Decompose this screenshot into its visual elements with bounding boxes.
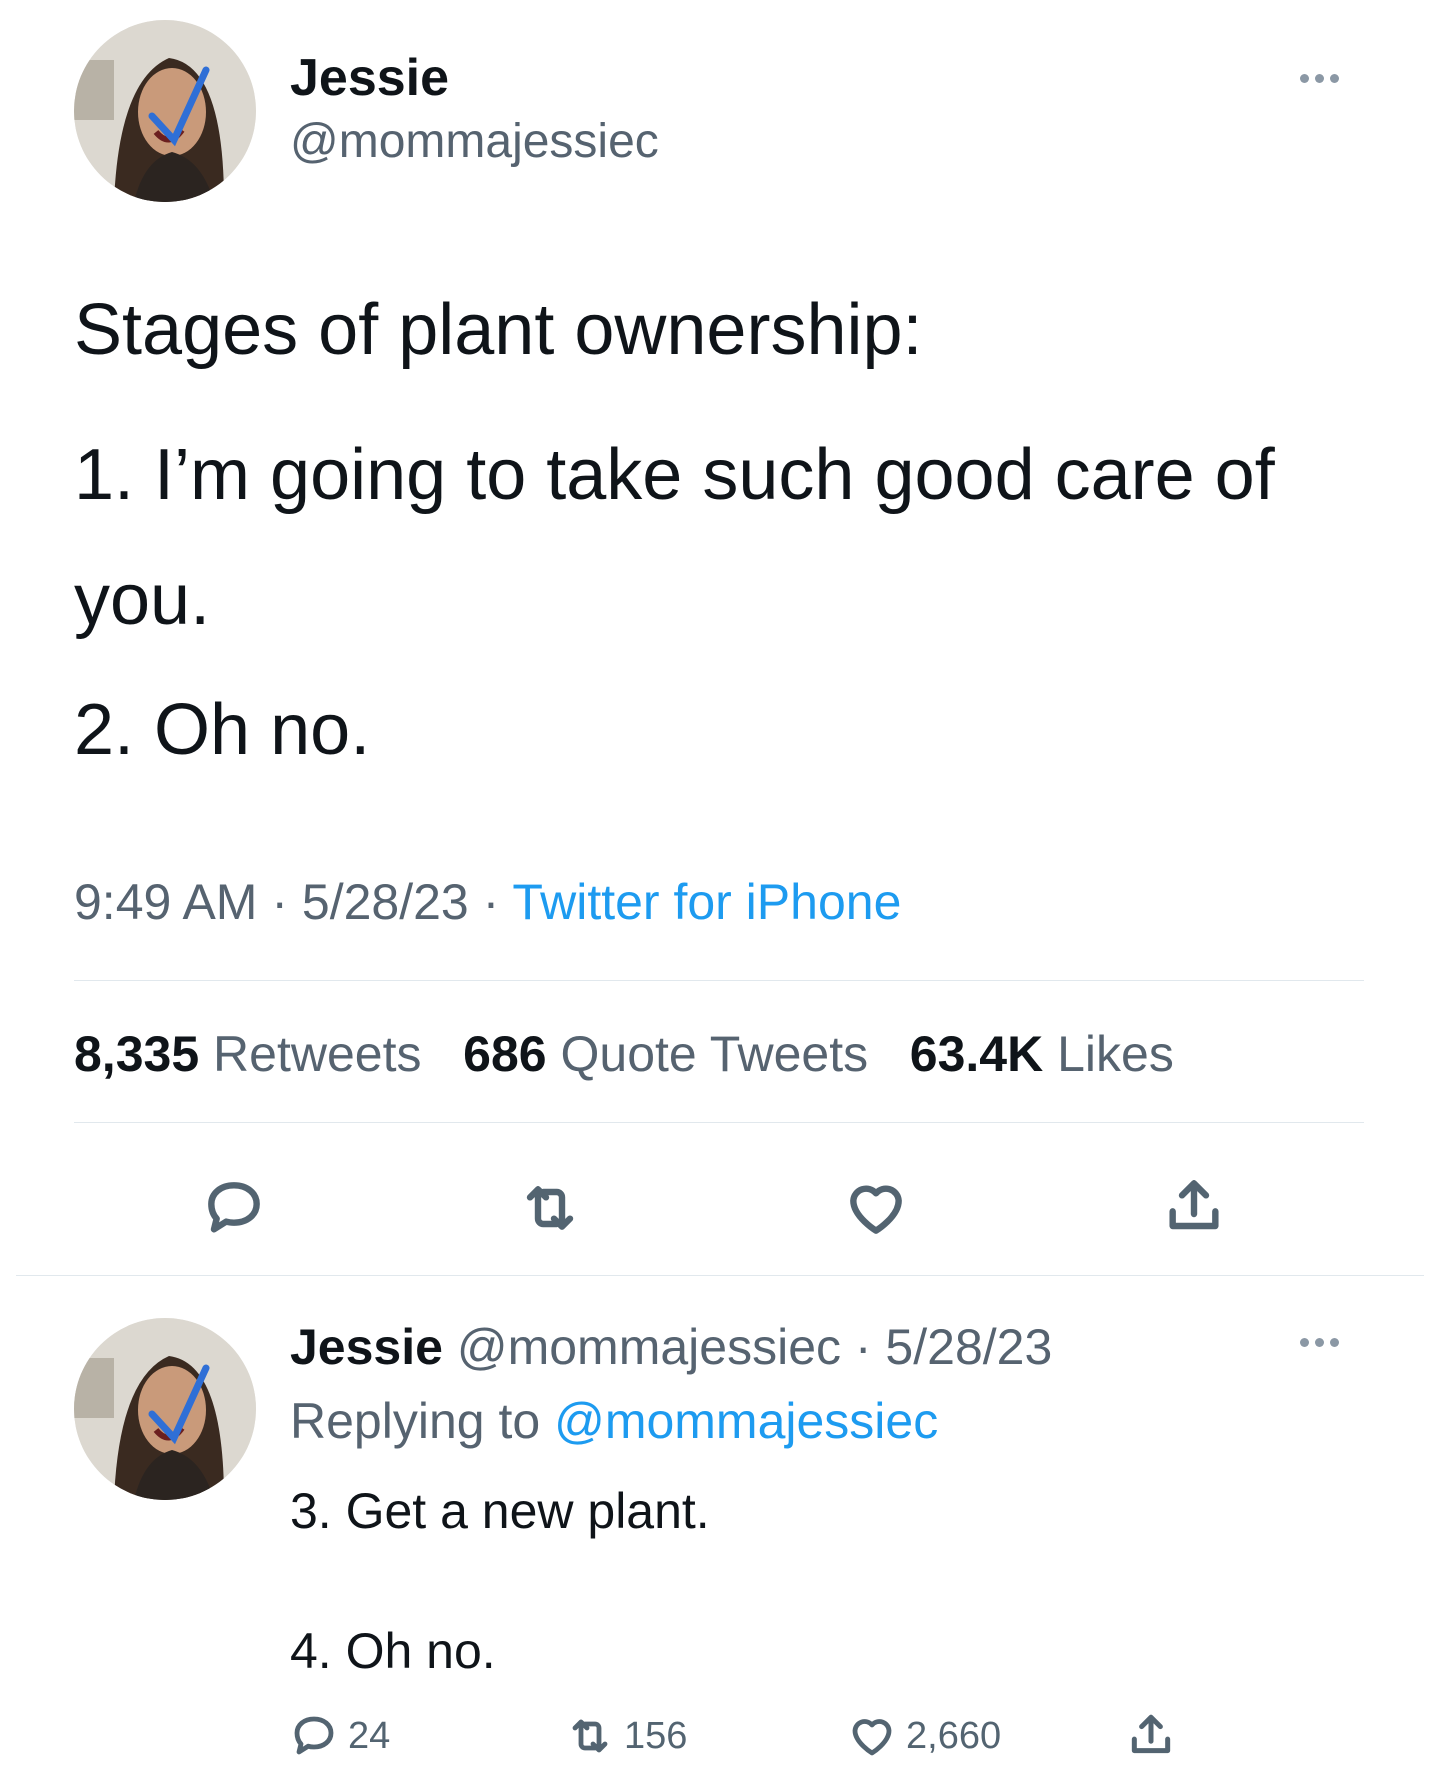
more-dots-icon[interactable] bbox=[1300, 1338, 1339, 1347]
share-upload-icon bbox=[1169, 1180, 1219, 1230]
reply-count: 24 bbox=[348, 1714, 391, 1757]
likes-label: Likes bbox=[1057, 1026, 1174, 1082]
reply-author-name[interactable]: Jessie bbox=[290, 1319, 443, 1375]
tweet-text-line-3: 2. Oh no. bbox=[74, 690, 371, 770]
author-handle[interactable]: @mommajessiec bbox=[290, 114, 659, 169]
tweet-text-line-2: 1. I’m going to take such good care of bbox=[74, 435, 1275, 515]
reply-bubble-icon bbox=[208, 1182, 260, 1233]
reply-author-avatar[interactable] bbox=[74, 1318, 256, 1500]
likes-stat[interactable]: 63.4K Likes bbox=[910, 1026, 1174, 1082]
retweets-count: 8,335 bbox=[74, 1026, 200, 1082]
reply-meta: @mommajessiec · 5/28/23 bbox=[456, 1319, 1053, 1375]
reply-retweet-button[interactable]: 156 bbox=[566, 1712, 687, 1760]
like-button[interactable] bbox=[838, 1170, 914, 1246]
heart-icon bbox=[850, 1185, 902, 1234]
reply-like-button[interactable]: 2,660 bbox=[848, 1712, 1001, 1760]
reply-reply-button[interactable]: 24 bbox=[290, 1712, 390, 1760]
retweet-count: 156 bbox=[624, 1714, 688, 1757]
retweet-button[interactable] bbox=[512, 1170, 588, 1246]
divider bbox=[16, 1275, 1424, 1276]
replying-handle-link[interactable]: @mommajessiec bbox=[554, 1393, 938, 1449]
heart-icon bbox=[852, 1719, 892, 1756]
retweets-label: Retweets bbox=[213, 1026, 422, 1082]
more-dots-icon[interactable] bbox=[1300, 74, 1339, 83]
author-avatar[interactable] bbox=[74, 20, 256, 202]
tweet-source-link[interactable]: Twitter for iPhone bbox=[512, 874, 901, 930]
engagement-stats: 8,335 Retweets 686 Quote Tweets 63.4K Li… bbox=[74, 1025, 1174, 1083]
retweets-stat[interactable]: 8,335 Retweets bbox=[74, 1026, 421, 1082]
replying-to: Replying to @mommajessiec bbox=[290, 1392, 938, 1450]
meta-separator: · bbox=[482, 874, 500, 930]
quotes-count: 686 bbox=[463, 1026, 547, 1082]
tweet-date[interactable]: 5/28/23 bbox=[302, 874, 469, 930]
quotes-label: Quote Tweets bbox=[560, 1026, 869, 1082]
retweet-arrows-icon bbox=[526, 1186, 574, 1230]
retweet-arrows-icon bbox=[572, 1719, 608, 1753]
reply-text-line-2: 4. Oh no. bbox=[290, 1623, 496, 1679]
reply-share-button[interactable] bbox=[1126, 1710, 1176, 1760]
tweet-text-line-2-cont: you. bbox=[74, 560, 211, 640]
share-upload-icon bbox=[1131, 1714, 1171, 1754]
reply-button[interactable] bbox=[196, 1170, 272, 1246]
divider bbox=[74, 980, 1364, 981]
divider bbox=[74, 1122, 1364, 1123]
author-name[interactable]: Jessie bbox=[290, 48, 449, 108]
reply-header: Jessie @mommajessiec · 5/28/23 bbox=[290, 1318, 1052, 1376]
reply-text-line-1: 3. Get a new plant. bbox=[290, 1483, 710, 1539]
tweet-time[interactable]: 9:49 AM bbox=[74, 874, 257, 930]
tweet-meta: 9:49 AM · 5/28/23 · Twitter for iPhone bbox=[74, 873, 901, 931]
like-count: 2,660 bbox=[906, 1714, 1002, 1757]
quotes-stat[interactable]: 686 Quote Tweets bbox=[463, 1026, 868, 1082]
likes-count: 63.4K bbox=[909, 1026, 1044, 1082]
share-button[interactable] bbox=[1156, 1168, 1232, 1244]
tweet-text-line-1: Stages of plant ownership: bbox=[74, 290, 923, 370]
meta-separator: · bbox=[271, 874, 289, 930]
replying-label: Replying to bbox=[290, 1393, 541, 1449]
reply-bubble-icon bbox=[294, 1716, 334, 1755]
